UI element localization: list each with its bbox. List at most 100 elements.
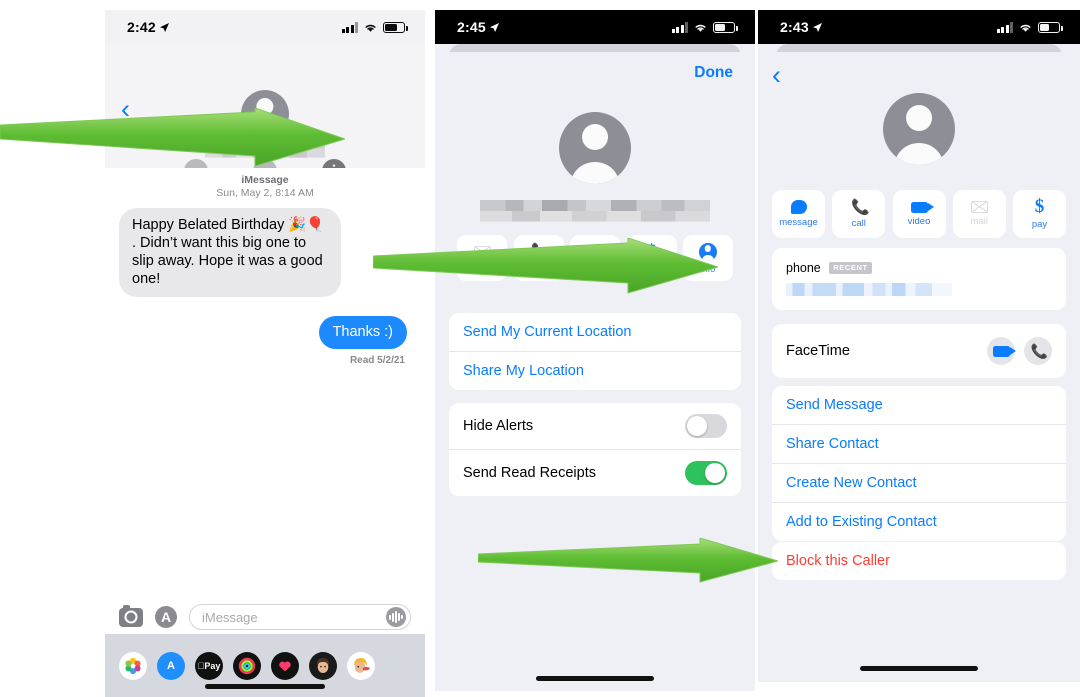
video-icon <box>992 345 1016 357</box>
animoji-app-icon[interactable] <box>347 651 375 680</box>
message-tile[interactable]: message <box>772 190 825 238</box>
memoji-app-icon[interactable] <box>309 651 337 680</box>
cellular-bars-icon <box>671 21 688 33</box>
compose-bar: A iMessage <box>105 600 425 634</box>
hide-alerts-toggle[interactable] <box>685 414 727 438</box>
wifi-icon <box>365 24 376 32</box>
contact-action-tiles: message 📞 call video mail $ pay <box>772 190 1066 238</box>
alerts-group: Hide Alerts Send Read Receipts <box>449 403 741 496</box>
mail-icon <box>473 245 491 258</box>
contact-name-blurred <box>480 200 710 222</box>
share-contact-row[interactable]: Share Contact <box>772 425 1066 464</box>
video-icon <box>586 246 610 257</box>
location-group: Send My Current Location Share My Locati… <box>449 313 741 390</box>
battery-icon <box>1038 21 1063 33</box>
cellular-bars-icon <box>996 21 1013 33</box>
send-read-receipts-label: Send Read Receipts <box>463 465 596 481</box>
block-group: Block this Caller <box>772 542 1066 580</box>
contact-avatar[interactable] <box>241 90 289 138</box>
status-bar: 2:45 <box>435 10 755 44</box>
fitness-app-icon[interactable] <box>271 651 299 680</box>
status-bar: 2:43 <box>758 10 1080 44</box>
pay-icon: $ <box>646 240 657 262</box>
status-time: 2:45 <box>457 19 500 35</box>
details-sheet: Done mail 📞 call video $ pay info Send M… <box>435 52 755 691</box>
send-my-current-location-row[interactable]: Send My Current Location <box>449 313 741 352</box>
back-button[interactable]: ‹ <box>772 62 781 89</box>
wifi-icon <box>1020 24 1031 32</box>
facetime-video-button[interactable] <box>987 337 1016 365</box>
phone-screenshot-contact-card: 2:43 ‹ message 📞 call video mail $ pay p… <box>758 10 1080 682</box>
status-time: 2:42 <box>127 19 170 35</box>
create-new-contact-row[interactable]: Create New Contact <box>772 464 1066 503</box>
person-circle-icon <box>699 242 717 261</box>
send-message-row[interactable]: Send Message <box>772 386 1066 425</box>
facetime-row[interactable]: FaceTime 📞 <box>772 324 1066 378</box>
contact-avatar[interactable] <box>883 93 955 165</box>
tutorial-screenshot: 2:42 ‹ audio <box>0 0 1080 697</box>
location-arrow-icon <box>159 22 169 32</box>
facetime-audio-button[interactable]: 📞 <box>1024 337 1052 365</box>
send-read-receipts-row[interactable]: Send Read Receipts <box>449 450 741 496</box>
outgoing-message-bubble[interactable]: Thanks :) <box>318 316 412 349</box>
location-arrow-icon <box>489 22 499 32</box>
phone-screenshot-messages-thread: 2:42 ‹ audio <box>105 10 425 697</box>
wifi-icon <box>695 24 706 32</box>
done-button[interactable]: Done <box>694 64 733 82</box>
phone-icon: 📞 <box>1030 342 1048 359</box>
apple-pay-app-icon[interactable]: Pay <box>195 651 223 680</box>
thread-meta: iMessage Sun, May 2, 8:14 AM <box>216 174 314 199</box>
home-indicator <box>205 684 325 689</box>
phone-label-row: phone RECENT <box>786 259 1052 277</box>
cellular-bars-icon <box>341 21 358 33</box>
mail-icon <box>970 201 988 213</box>
hide-alerts-row[interactable]: Hide Alerts <box>449 403 741 450</box>
pay-tile[interactable]: $ pay <box>626 235 677 281</box>
conversation-header: ‹ audio FaceTime i info <box>105 44 425 194</box>
phone-label: phone <box>786 261 821 275</box>
add-to-existing-contact-row[interactable]: Add to Existing Contact <box>772 503 1066 541</box>
pay-icon: $ <box>1034 196 1045 217</box>
share-my-location-row[interactable]: Share My Location <box>449 352 741 390</box>
battery-icon <box>713 21 738 33</box>
message-input-placeholder: iMessage <box>202 609 258 625</box>
detail-action-tiles: mail 📞 call video $ pay info <box>457 235 733 281</box>
phone-number-blurred <box>786 283 952 296</box>
facetime-label: FaceTime <box>786 343 850 359</box>
call-tile[interactable]: 📞 call <box>513 235 564 281</box>
app-store-icon[interactable]: A <box>155 606 177 628</box>
facetime-group: FaceTime 📞 <box>772 324 1066 378</box>
contact-name-blurred <box>205 140 325 158</box>
phone-icon: 📞 <box>531 243 550 260</box>
hide-alerts-label: Hide Alerts <box>463 418 534 434</box>
status-bar: 2:42 <box>105 10 425 44</box>
info-tile[interactable]: info <box>683 235 733 281</box>
video-tile[interactable]: video <box>570 235 620 281</box>
camera-icon[interactable] <box>119 604 143 627</box>
contact-card-sheet: ‹ message 📞 call video mail $ pay phone … <box>758 52 1080 682</box>
send-read-receipts-toggle[interactable] <box>685 461 727 485</box>
pay-tile[interactable]: $ pay <box>1013 190 1066 238</box>
message-input[interactable]: iMessage <box>189 604 411 630</box>
incoming-message-bubble[interactable]: Happy Belated Birthday 🎉🎈 . Didn’t want … <box>114 208 341 297</box>
activity-app-icon[interactable] <box>233 651 261 680</box>
mail-tile: mail <box>952 190 1006 238</box>
phone-number-group[interactable]: phone RECENT <box>772 248 1066 310</box>
home-indicator <box>536 676 654 681</box>
photos-app-icon[interactable] <box>119 651 147 680</box>
contact-avatar[interactable] <box>559 112 631 184</box>
message-icon <box>790 200 807 214</box>
message-thread: iMessage Sun, May 2, 8:14 AM Happy Belat… <box>105 168 425 600</box>
back-button[interactable]: ‹ <box>121 96 130 123</box>
block-this-caller-row[interactable]: Block this Caller <box>772 542 1066 580</box>
phone-screenshot-conversation-details: 2:45 Done mail 📞 call video $ pay info S… <box>435 10 755 691</box>
battery-icon <box>383 21 408 33</box>
mail-tile[interactable]: mail <box>457 235 507 281</box>
recent-badge: RECENT <box>829 261 872 274</box>
contact-actions-group: Send Message Share Contact Create New Co… <box>772 386 1066 541</box>
video-tile[interactable]: video <box>892 190 946 238</box>
audio-waveform-icon[interactable] <box>386 607 406 627</box>
app-store-app-icon[interactable]: A <box>157 651 185 680</box>
status-time: 2:43 <box>780 19 823 35</box>
call-tile[interactable]: 📞 call <box>832 190 886 238</box>
